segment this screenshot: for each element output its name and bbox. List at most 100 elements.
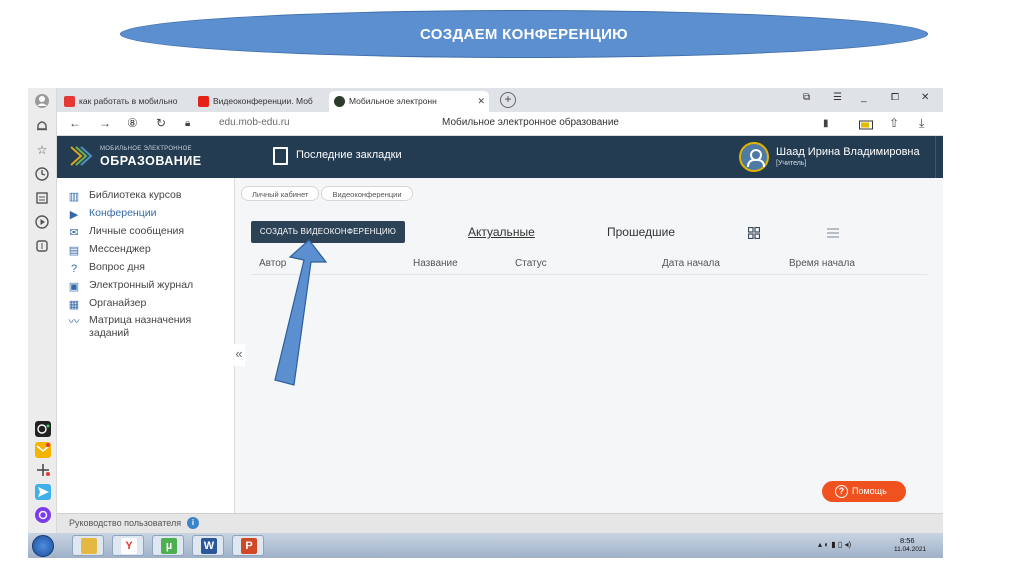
sidebar-item-messenger[interactable]: ▤ Мессенджер — [67, 243, 151, 257]
close-tab-icon[interactable]: ✕ — [477, 91, 485, 112]
torrent-icon: µ — [161, 538, 177, 554]
folder-icon — [81, 538, 97, 554]
mail-app-icon[interactable] — [35, 442, 51, 458]
list-view-icon[interactable] — [827, 228, 839, 238]
yandex-browser-icon: Y — [121, 538, 137, 554]
user-role: [Учитель] — [776, 160, 807, 167]
column-status[interactable]: Статус — [515, 258, 547, 269]
help-label: Помощь — [852, 486, 887, 496]
taskbar-explorer[interactable] — [72, 535, 104, 556]
star-icon[interactable]: ☆ — [34, 142, 50, 158]
column-start-date[interactable]: Дата начала — [662, 258, 720, 269]
new-tab-button[interactable]: + — [500, 92, 516, 108]
user-name[interactable]: Шаад Ирина Владимировна — [776, 146, 920, 158]
bookmark-page-icon[interactable]: ▮ — [823, 118, 829, 129]
taskbar-yandex[interactable]: Y — [112, 535, 144, 556]
restore-icon[interactable]: ⧠ — [891, 92, 899, 103]
notes-icon[interactable] — [34, 190, 50, 206]
breadcrumb-personal-cabinet[interactable]: Личный кабинет — [241, 186, 320, 201]
extension-icon[interactable] — [34, 238, 50, 254]
main-content: Личный кабинет Видеоконференции СОЗДАТЬ В… — [235, 178, 943, 513]
sidebar-item-question[interactable]: ? Вопрос дня — [67, 261, 145, 275]
collapse-sidebar-icon[interactable]: « — [233, 344, 245, 366]
alice-app-icon[interactable] — [35, 507, 51, 523]
page-title: Мобильное электронное образование — [442, 117, 619, 128]
menu-lines-icon[interactable]: ☰ — [833, 92, 842, 103]
forward-icon[interactable]: → — [99, 116, 111, 130]
title-ellipse: СОЗДАЕМ КОНФЕРЕНЦИЮ — [120, 10, 928, 58]
bookmark-icon[interactable] — [273, 147, 288, 165]
tab-2[interactable]: Видеоконференции. Моб — [193, 91, 325, 112]
taskbar: Y µ W P ▴ ◐ ▮ ▯ ◂) 8:56 11.04.2021 — [28, 533, 943, 558]
column-start-time[interactable]: Время начала — [789, 258, 855, 269]
sidebar-item-label: Матрица назначения — [89, 314, 192, 326]
close-window-icon[interactable]: ✕ — [921, 92, 929, 103]
start-button[interactable] — [32, 535, 54, 557]
breadcrumb-videoconferences[interactable]: Видеоконференции — [321, 186, 413, 201]
column-author[interactable]: Автор — [259, 258, 286, 269]
calendar-icon: ▦ — [68, 299, 80, 311]
sidebar-item-matrix[interactable]: 〰 Матрица назначения заданий — [67, 314, 192, 339]
logo-title[interactable]: ОБРАЗОВАНИЕ — [100, 154, 202, 168]
tab-past[interactable]: Прошедшие — [607, 225, 675, 239]
send-app-icon[interactable] — [35, 484, 51, 500]
user-avatar[interactable] — [739, 142, 769, 172]
bell-icon[interactable] — [34, 118, 50, 134]
clock-time[interactable]: 8:56 — [900, 536, 915, 545]
add-app-icon[interactable] — [35, 462, 51, 478]
collections-icon[interactable]: ⧉ — [803, 92, 810, 103]
word-icon: W — [201, 538, 217, 554]
logo-mark-icon — [70, 146, 93, 166]
column-title[interactable]: Название — [413, 258, 458, 269]
youtube-favicon-icon — [198, 96, 209, 107]
history-icon[interactable] — [34, 166, 50, 182]
sidebar-item-label: Электронный журнал — [89, 279, 194, 291]
info-icon[interactable]: i — [187, 517, 199, 529]
sidebar-item-label: Вопрос дня — [89, 261, 145, 273]
system-tray[interactable]: ▴ ◐ ▮ ▯ ◂) — [818, 540, 851, 549]
create-videoconference-button[interactable]: СОЗДАТЬ ВИДЕОКОНФЕРЕНЦИЮ — [251, 221, 405, 243]
tab-current[interactable]: Актуальные — [468, 225, 535, 239]
sidebar-item-library[interactable]: ▥ Библиотека курсов — [67, 189, 182, 203]
tab-label: Видеоконференции. Моб — [213, 96, 313, 106]
browser-side-rail: ☆ — [28, 88, 57, 533]
reload-icon[interactable]: ↻ — [156, 116, 166, 130]
tab-label: как работать в мобильно — [79, 96, 178, 106]
share-icon[interactable]: ⇧ — [889, 116, 899, 130]
sidebar-item-messages[interactable]: ✉ Личные сообщения — [67, 225, 184, 239]
chat-icon: ▤ — [68, 245, 80, 257]
footer: Руководство пользователя i — [57, 513, 943, 533]
minimize-icon[interactable]: _ — [861, 92, 867, 103]
sidebar-item-conferences[interactable]: ▶ Конференции — [67, 207, 157, 221]
sidebar-item-label: Библиотека курсов — [89, 189, 182, 201]
clock-date[interactable]: 11.04.2021 — [894, 546, 926, 553]
user-guide-link[interactable]: Руководство пользователя — [69, 518, 181, 528]
lock-icon: 🔒︎ — [185, 118, 191, 129]
powerpoint-icon: P — [241, 538, 257, 554]
taskbar-word[interactable]: W — [192, 535, 224, 556]
grid-view-icon[interactable] — [748, 227, 760, 239]
address-bar: ← → ⑧ ↻ 🔒︎ edu.mob-edu.ru Мобильное элек… — [57, 112, 943, 136]
breadcrumb: Личный кабинет Видеоконференции — [241, 184, 415, 201]
recent-bookmarks-link[interactable]: Последние закладки — [296, 149, 402, 161]
taskbar-powerpoint[interactable]: P — [232, 535, 264, 556]
sidebar-item-organizer[interactable]: ▦ Органайзер — [67, 297, 147, 311]
help-button[interactable]: ? Помощь — [822, 481, 906, 502]
taskbar-torrent[interactable]: µ — [152, 535, 184, 556]
profile-icon[interactable] — [34, 93, 50, 109]
download-icon[interactable]: ⤓ — [919, 116, 924, 131]
tab-1[interactable]: как работать в мобильно — [59, 91, 191, 112]
app-header: МОБИЛЬНОЕ ЭЛЕКТРОННОЕ ОБРАЗОВАНИЕ Послед… — [57, 136, 943, 178]
tab-3-active[interactable]: Мобильное электронн ✕ — [329, 91, 489, 112]
camera-app-icon[interactable] — [35, 421, 51, 437]
battery-icon[interactable] — [859, 119, 875, 133]
books-icon: ▥ — [68, 191, 80, 203]
yandex-button-icon[interactable]: ⑧ — [127, 116, 138, 130]
sidebar-item-journal[interactable]: ▣ Электронный журнал — [67, 279, 193, 293]
tab-bar: как работать в мобильно Видеоконференции… — [57, 88, 943, 112]
back-icon[interactable]: ← — [69, 116, 81, 130]
play-icon[interactable] — [34, 214, 50, 230]
logo-subtitle: МОБИЛЬНОЕ ЭЛЕКТРОННОЕ — [100, 146, 192, 152]
mail-icon: ✉ — [69, 227, 79, 239]
url-field[interactable]: edu.mob-edu.ru — [219, 117, 290, 128]
